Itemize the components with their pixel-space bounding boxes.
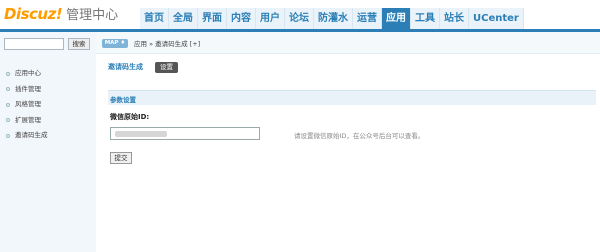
search-input[interactable] [4,38,64,50]
logo-text: Discuz! [4,5,63,23]
nav-operations[interactable]: 运营 [353,8,382,30]
nav-style[interactable]: 界面 [198,8,227,30]
sidebar-menu: 应用中心 插件管理 风格管理 扩展管理 邀请码生成 [6,66,48,144]
wechat-id-hint: 请设置微信原始ID，在公众号后台可以查看。 [294,132,425,140]
nav-home[interactable]: 首页 [140,8,169,30]
page-title: 邀请码生成 [108,63,143,71]
nav-antispam[interactable]: 防灌水 [314,8,353,30]
sidebar-item-invite-code[interactable]: 邀请码生成 [6,128,48,144]
submit-button[interactable]: 提交 [110,152,132,164]
sidebar: 搜索 应用中心 插件管理 风格管理 扩展管理 邀请码生成 [0,32,96,252]
sidebar-item-label: 扩展管理 [15,115,41,124]
sidebar-item-label: 风格管理 [15,100,41,108]
bullet-icon [6,87,10,92]
nav-apps[interactable]: 应用 [382,8,411,30]
wechat-id-label: 微信原始ID: [110,113,150,121]
breadcrumb-bar: MAP ♦ 应用 » 邀请码生成 [+] [96,32,600,54]
sidebar-item-label: 应用中心 [15,69,41,77]
logo[interactable]: Discuz! 管理中心 [4,4,118,26]
sidebar-item-label: 邀请码生成 [15,131,48,139]
main-content: MAP ♦ 应用 » 邀请码生成 [+] 邀请码生成 设置 参数设置 微信原始I… [96,32,600,252]
section-title: 参数设置 [110,96,136,104]
bullet-icon [6,133,10,138]
bullet-icon [6,118,10,123]
logo-subtitle: 管理中心 [66,8,119,23]
breadcrumb[interactable]: 应用 » 邀请码生成 [+] [134,38,200,48]
section-header: 参数设置 [108,90,596,105]
sidebar-item-styles[interactable]: 风格管理 [6,97,48,113]
redacted-value [115,131,167,137]
sidebar-item-extensions[interactable]: 扩展管理 [6,113,48,129]
tab-settings[interactable]: 设置 [155,61,178,73]
nav-forum[interactable]: 论坛 [285,8,314,30]
wechat-id-input[interactable] [110,127,260,140]
top-nav: 首页 全局 界面 内容 用户 论坛 防灌水 运营 应用 工具 站长 UCente… [140,8,524,30]
sidebar-item-app-center[interactable]: 应用中心 [6,66,48,82]
bullet-icon [6,71,10,76]
bullet-icon [6,102,10,107]
sidebar-search: 搜索 [4,38,90,50]
header: Discuz! 管理中心 首页 全局 界面 内容 用户 论坛 防灌水 运营 应用… [0,0,600,31]
sidebar-item-plugins[interactable]: 插件管理 [6,82,48,98]
nav-ucenter[interactable]: UCenter [469,8,524,30]
title-row: 邀请码生成 设置 [108,61,178,73]
search-button[interactable]: 搜索 [68,38,90,50]
nav-content[interactable]: 内容 [227,8,256,30]
nav-tools[interactable]: 工具 [411,8,440,30]
nav-users[interactable]: 用户 [256,8,285,30]
map-button[interactable]: MAP ♦ [102,39,128,48]
nav-global[interactable]: 全局 [169,8,198,30]
nav-webmaster[interactable]: 站长 [440,8,469,30]
sidebar-item-label: 插件管理 [15,84,41,93]
